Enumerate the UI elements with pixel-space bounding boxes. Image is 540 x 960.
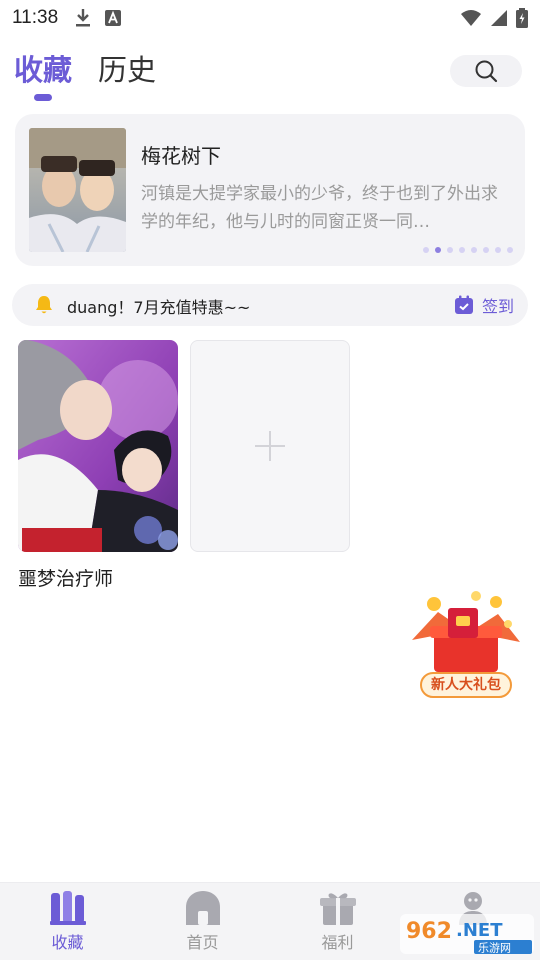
- carousel-dot[interactable]: [471, 247, 477, 253]
- nav-favorites-label: 收藏: [51, 933, 84, 952]
- tab-history-label: 历史: [98, 53, 157, 87]
- app-notification-icon: [105, 10, 122, 26]
- download-icon: [76, 9, 91, 27]
- gift-label: 新人大礼包: [420, 672, 512, 698]
- plus-icon: [255, 431, 285, 461]
- nav-favorites[interactable]: 收藏: [0, 883, 135, 960]
- status-bar: 11:38: [0, 0, 540, 36]
- status-time: 11:38: [12, 7, 59, 28]
- carousel-dot[interactable]: [423, 247, 429, 253]
- featured-title: 梅花树下: [141, 144, 221, 168]
- wifi-icon: [461, 10, 481, 26]
- signal-icon: [491, 10, 507, 26]
- checkin-label: 签到: [481, 297, 514, 316]
- tab-favorites[interactable]: 收藏: [14, 50, 73, 101]
- tab-favorites-label: 收藏: [14, 53, 73, 87]
- nav-home-label: 首页: [186, 933, 219, 952]
- shelf-item-title: 噩梦治疗师: [18, 568, 114, 590]
- nav-welfare-label: 福利: [321, 933, 354, 952]
- carousel-dot[interactable]: [459, 247, 465, 253]
- calendar-icon: [454, 295, 473, 314]
- nav-welfare[interactable]: 福利: [270, 883, 405, 960]
- gift-box-icon: [412, 591, 520, 672]
- shelf-cover-image[interactable]: [18, 340, 178, 552]
- home-icon: [185, 891, 220, 925]
- featured-card[interactable]: 梅花树下 河镇是大提学家最小的少爷，终于也到了外出求学的年纪，他与儿时的同窗正贤…: [15, 114, 525, 266]
- tab-history[interactable]: 历史: [98, 50, 156, 90]
- new-user-gift-button[interactable]: 新人大礼包: [404, 590, 528, 704]
- notice-bar[interactable]: duang！7月充值特惠~~ 签到: [12, 284, 528, 326]
- carousel-indicator: [423, 247, 513, 253]
- watermark-logo: 962 .NET 乐游网: [400, 914, 534, 955]
- featured-cover-image[interactable]: [29, 128, 126, 252]
- search-icon: [475, 60, 498, 83]
- top-tabs: 收藏 历史: [14, 50, 156, 101]
- nav-home[interactable]: 首页: [135, 883, 270, 960]
- add-to-shelf-button[interactable]: [190, 340, 350, 552]
- carousel-dot[interactable]: [495, 247, 501, 253]
- svg-text:962: 962: [406, 919, 452, 944]
- svg-text:.NET: .NET: [456, 920, 503, 941]
- notice-text: duang！7月充值特惠~~: [67, 298, 251, 317]
- gift-icon: [319, 893, 356, 925]
- carousel-dot[interactable]: [507, 247, 513, 253]
- carousel-dot[interactable]: [483, 247, 489, 253]
- shelf-item[interactable]: 噩梦治疗师: [18, 340, 178, 591]
- tab-active-indicator: [34, 94, 52, 101]
- bell-icon: [36, 296, 52, 314]
- battery-icon: [516, 8, 528, 28]
- carousel-dot[interactable]: [447, 247, 453, 253]
- featured-description: 河镇是大提学家最小的少爷，终于也到了外出求学的年纪，他与儿时的同窗正贤一同…: [141, 184, 498, 232]
- svg-text:乐游网: 乐游网: [478, 942, 511, 955]
- search-button[interactable]: [450, 55, 522, 87]
- books-icon: [49, 891, 86, 925]
- carousel-dot[interactable]: [435, 247, 441, 253]
- checkin-button[interactable]: 签到: [454, 293, 514, 317]
